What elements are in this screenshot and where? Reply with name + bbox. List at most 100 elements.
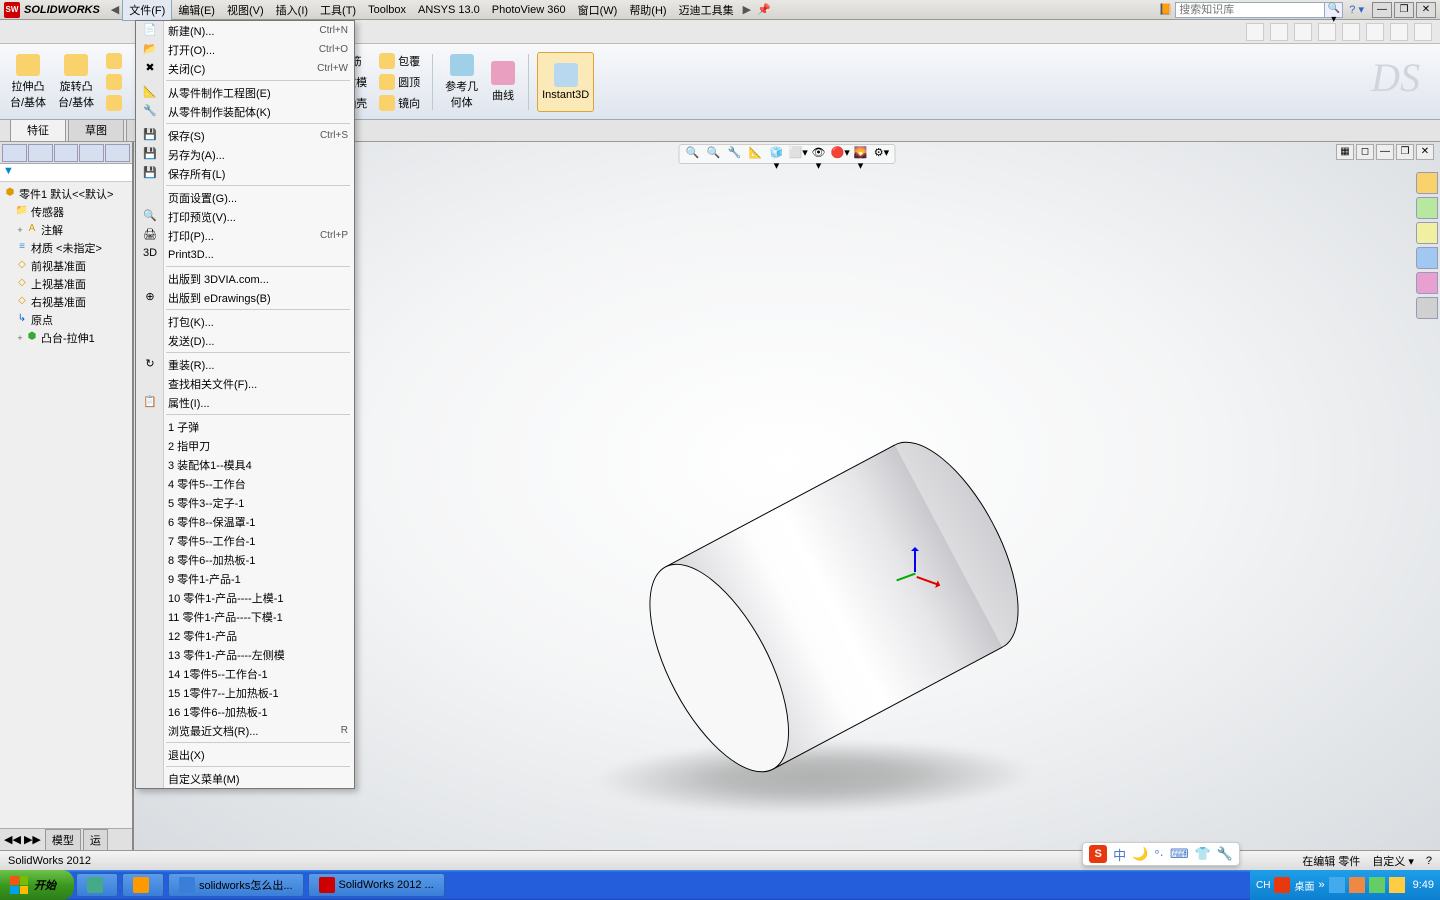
- taskpane-design-lib-icon[interactable]: [1416, 197, 1438, 219]
- menu-ansys[interactable]: ANSYS 13.0: [412, 2, 486, 18]
- minimize-button[interactable]: —: [1372, 2, 1392, 18]
- menu-tools[interactable]: 工具(T): [314, 0, 362, 20]
- qa-btn-6[interactable]: [1366, 23, 1384, 41]
- viewport-single-icon[interactable]: ◻: [1356, 144, 1374, 160]
- file-menu-recent-item[interactable]: 6 零件8--保温罩-1: [136, 512, 354, 531]
- bottom-tab-model[interactable]: 模型: [45, 829, 81, 851]
- zoom-area-icon[interactable]: 🔍: [705, 146, 723, 162]
- file-menu-recent-item[interactable]: 8 零件6--加热板-1: [136, 550, 354, 569]
- ime-lang[interactable]: 中: [1113, 845, 1126, 864]
- tab-sketch[interactable]: 草图: [68, 118, 124, 141]
- taskbar-item-browser[interactable]: solidworks怎么出...: [168, 873, 304, 897]
- ime-indicator[interactable]: CH: [1256, 880, 1270, 891]
- file-menu-recent-item[interactable]: 15 1零件7--上加热板-1: [136, 683, 354, 702]
- tree-sensors[interactable]: 📁传感器: [3, 203, 129, 221]
- view-orient-icon[interactable]: 🧊▾: [768, 146, 786, 162]
- file-menu-item[interactable]: ⊕出版到 eDrawings(B): [136, 288, 354, 307]
- panel-tab-4[interactable]: [79, 144, 104, 162]
- file-menu-item[interactable]: 3DPrint3D...: [136, 245, 354, 264]
- file-menu-item[interactable]: 发送(D)...: [136, 331, 354, 350]
- taskbar-item-solidworks[interactable]: SolidWorks 2012 ...: [308, 873, 445, 897]
- panel-tab-5[interactable]: [105, 144, 130, 162]
- menu-edit[interactable]: 编辑(E): [172, 0, 221, 20]
- extrude-boss-button[interactable]: 拉伸凸 台/基体: [6, 52, 50, 112]
- tree-top-plane[interactable]: ◇上视基准面: [3, 275, 129, 293]
- file-menu-item[interactable]: 📄新建(N)...Ctrl+N: [136, 21, 354, 40]
- viewport-max-icon[interactable]: ❐: [1396, 144, 1414, 160]
- wrap-button[interactable]: 包覆: [375, 51, 424, 71]
- file-menu-item[interactable]: 打包(K)...: [136, 312, 354, 331]
- tray-icon-3[interactable]: [1369, 877, 1385, 893]
- tray-icon-1[interactable]: [1329, 877, 1345, 893]
- status-help-icon[interactable]: ?: [1426, 855, 1432, 867]
- file-menu-item[interactable]: 出版到 3DVIA.com...: [136, 269, 354, 288]
- menu-pin-icon[interactable]: 📌: [754, 3, 774, 16]
- qa-btn-7[interactable]: [1390, 23, 1408, 41]
- zoom-fit-icon[interactable]: 🔍: [684, 146, 702, 162]
- file-menu-item[interactable]: 📐从零件制作工程图(E): [136, 83, 354, 102]
- file-menu-item[interactable]: 💾保存所有(L): [136, 164, 354, 183]
- search-input[interactable]: [1175, 2, 1325, 18]
- menu-toolbox[interactable]: Toolbox: [362, 2, 412, 18]
- viewport-min-icon[interactable]: —: [1376, 144, 1394, 160]
- menu-view[interactable]: 视图(V): [221, 0, 270, 20]
- file-menu-item[interactable]: ↻重装(R)...: [136, 355, 354, 374]
- search-button[interactable]: 🔍▾: [1325, 2, 1343, 18]
- cylinder-model[interactable]: [621, 421, 1047, 793]
- file-menu-item[interactable]: 💾保存(S)Ctrl+S: [136, 126, 354, 145]
- file-menu-item[interactable]: 退出(X): [136, 745, 354, 764]
- lofted-boss-button[interactable]: [102, 72, 129, 92]
- menu-photoview[interactable]: PhotoView 360: [486, 2, 572, 18]
- taskpane-appearances-icon[interactable]: [1416, 272, 1438, 294]
- view-settings-icon[interactable]: ⚙▾: [873, 146, 891, 162]
- file-menu-recent-item[interactable]: 11 零件1-产品----下模-1: [136, 607, 354, 626]
- tray-icon-2[interactable]: [1349, 877, 1365, 893]
- bottom-tab-motion[interactable]: 运: [83, 829, 108, 851]
- qa-btn-5[interactable]: [1342, 23, 1360, 41]
- curves-button[interactable]: 曲线: [486, 52, 520, 112]
- filter-bar[interactable]: ▼: [0, 164, 132, 182]
- instant3d-button[interactable]: Instant3D: [537, 52, 594, 112]
- hide-show-icon[interactable]: 👁▾: [810, 146, 828, 162]
- mirror-button[interactable]: 镜向: [375, 93, 424, 113]
- qa-btn-3[interactable]: [1294, 23, 1312, 41]
- tree-root[interactable]: ⬢零件1 默认<<默认>: [3, 185, 129, 203]
- taskpane-resources-icon[interactable]: [1416, 172, 1438, 194]
- panel-tab-1[interactable]: [2, 144, 27, 162]
- file-menu-item[interactable]: 📂打开(O)...Ctrl+O: [136, 40, 354, 59]
- status-custom[interactable]: 自定义 ▾: [1372, 853, 1414, 869]
- panel-tab-2[interactable]: [28, 144, 53, 162]
- tree-material[interactable]: ≡材质 <未指定>: [3, 239, 129, 257]
- taskbar-item-2[interactable]: [122, 873, 164, 897]
- tab-features[interactable]: 特征: [10, 118, 66, 141]
- dome-button[interactable]: 圆顶: [375, 72, 424, 92]
- viewport-tile-icon[interactable]: ▦: [1336, 144, 1354, 160]
- file-menu-recent-item[interactable]: 16 1零件6--加热板-1: [136, 702, 354, 721]
- file-menu-recent-item[interactable]: 12 零件1-产品: [136, 626, 354, 645]
- tree-annotations[interactable]: +A注解: [3, 221, 129, 239]
- help-icon[interactable]: ? ▾: [1349, 3, 1364, 16]
- file-menu-recent-item[interactable]: 1 子弹: [136, 417, 354, 436]
- tree-right-plane[interactable]: ◇右视基准面: [3, 293, 129, 311]
- tree-extrude1[interactable]: +⬢凸台-拉伸1: [3, 329, 129, 347]
- close-button[interactable]: ✕: [1416, 2, 1436, 18]
- section-view-icon[interactable]: 📐: [747, 146, 765, 162]
- file-menu-item[interactable]: 📋属性(I)...: [136, 393, 354, 412]
- ime-punct-icon[interactable]: °·: [1154, 847, 1164, 862]
- scene-icon[interactable]: 🌄▾: [852, 146, 870, 162]
- menu-scroll-left-icon[interactable]: ◀: [108, 3, 122, 16]
- ime-settings-icon[interactable]: 🔧: [1217, 846, 1233, 862]
- viewport-close-icon[interactable]: ✕: [1416, 144, 1434, 160]
- panel-tab-3[interactable]: [54, 144, 79, 162]
- qa-btn-2[interactable]: [1270, 23, 1288, 41]
- file-menu-item[interactable]: 浏览最近文档(R)...R: [136, 721, 354, 740]
- file-menu-item[interactable]: 🖨打印(P)...Ctrl+P: [136, 226, 354, 245]
- file-menu-recent-item[interactable]: 4 零件5--工作台: [136, 474, 354, 493]
- file-menu-recent-item[interactable]: 3 装配体1--模具4: [136, 455, 354, 474]
- menu-window[interactable]: 窗口(W): [572, 0, 624, 20]
- file-menu-item[interactable]: 页面设置(G)...: [136, 188, 354, 207]
- file-menu-item[interactable]: 🔍打印预览(V)...: [136, 207, 354, 226]
- tree-origin[interactable]: ↳原点: [3, 311, 129, 329]
- file-menu-recent-item[interactable]: 13 零件1-产品----左侧模: [136, 645, 354, 664]
- swept-boss-button[interactable]: [102, 51, 129, 71]
